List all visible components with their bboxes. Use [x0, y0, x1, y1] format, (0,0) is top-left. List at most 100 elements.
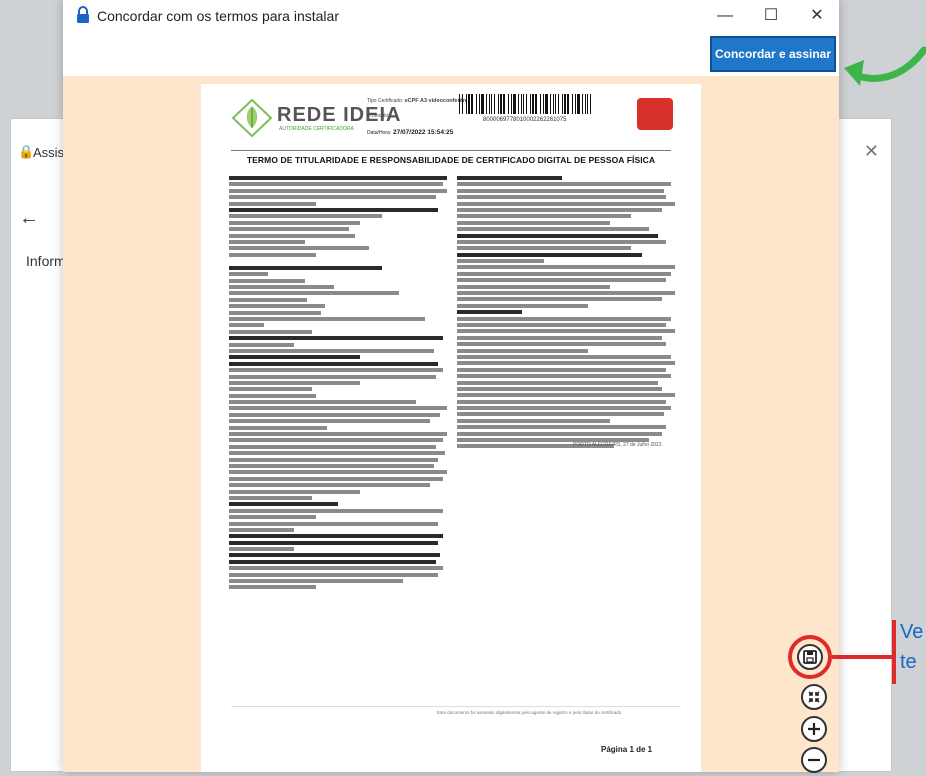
save-button[interactable] [797, 644, 823, 670]
text-line [229, 182, 443, 187]
text-line [229, 547, 295, 552]
barcode-bar [521, 94, 522, 114]
logo-subtitle: AUTORIDADE CERTIFICADORA [279, 126, 354, 132]
text-line [229, 559, 437, 564]
text-line [457, 386, 662, 391]
minimize-button[interactable]: — [707, 2, 743, 30]
text-line [457, 291, 675, 296]
barcode-bar [567, 94, 569, 114]
text-line [229, 380, 360, 385]
text-line [229, 176, 447, 180]
text-line [457, 380, 658, 385]
back-arrow-icon[interactable]: ← [19, 207, 39, 230]
zoom-in-icon [808, 723, 820, 735]
text-line [229, 265, 382, 270]
text-line [457, 342, 667, 347]
barcode-bar [555, 94, 556, 114]
barcode-bar [491, 94, 492, 114]
meta-date-value: 27/07/2022 15:54:25 [393, 129, 454, 136]
text-line [229, 246, 369, 251]
zoom-out-button[interactable] [801, 747, 827, 773]
barcode-bar [489, 94, 490, 114]
text-line [229, 489, 360, 494]
dialog-title: Concordar com os termos para instalar [97, 8, 339, 24]
barcode-bar [562, 94, 563, 114]
text-line [229, 317, 426, 321]
barcode-bar [532, 94, 534, 114]
text-line [457, 233, 658, 238]
zoom-out-icon [808, 758, 820, 762]
text-line [229, 495, 312, 500]
annotation-bracket [892, 620, 896, 684]
text-line [229, 508, 443, 513]
barcode-bar [526, 94, 527, 114]
text-line [457, 418, 610, 423]
meta-date: Data/Hora: 27/07/2022 15:54:25 [367, 129, 453, 136]
maximize-button[interactable]: ☐ [753, 2, 789, 30]
text-line [457, 335, 662, 340]
text-line [457, 425, 667, 430]
barcode-bar [572, 94, 573, 114]
meta-type: Tipo Certificado: eCPF A3 videoconferên [367, 98, 466, 104]
text-line [229, 444, 437, 449]
text-line [229, 278, 306, 283]
text-line [457, 265, 675, 270]
text-line [229, 214, 382, 219]
annotation-text-line2: te [900, 651, 917, 673]
text-line [229, 400, 417, 405]
meta-date-label: Data/Hora: [367, 130, 392, 136]
text-line [229, 310, 321, 315]
barcode-bar [518, 94, 519, 114]
text-line [457, 310, 523, 315]
text-line [229, 566, 443, 571]
rede-ideia-logo-icon [231, 98, 273, 138]
text-line [229, 572, 439, 577]
title-bar: Concordar com os termos para instalar — … [63, 0, 839, 32]
zoom-in-button[interactable] [801, 716, 827, 742]
text-line [229, 412, 441, 417]
barcode-bar [587, 94, 588, 114]
annotation-line [832, 655, 894, 659]
text-line [229, 188, 447, 193]
text-line [229, 374, 437, 379]
text-line [457, 220, 610, 225]
fit-page-button[interactable] [801, 684, 827, 710]
text-line [457, 188, 665, 193]
agree-and-sign-button[interactable]: Concordar e assinar [710, 36, 836, 72]
barcode-bar [543, 94, 544, 114]
text-line [229, 406, 447, 411]
text-line [457, 176, 562, 180]
text-line [457, 278, 667, 283]
footer-note: Este documento foi assinado digitalmente… [437, 710, 622, 715]
text-line [457, 271, 671, 276]
save-icon [803, 650, 817, 664]
document-body-right-column [457, 176, 675, 451]
barcode-bar [575, 94, 576, 114]
barcode-bar [479, 94, 480, 114]
text-line [229, 285, 334, 290]
background-window-title: Assis [33, 145, 65, 160]
close-button[interactable]: ✕ [799, 2, 835, 30]
barcode-bar [508, 94, 509, 114]
text-line [457, 367, 667, 372]
text-line [229, 457, 439, 462]
collapse-icon [808, 691, 820, 703]
barcode-bar [550, 94, 551, 114]
meta-type-label: Tipo Certificado: [367, 98, 404, 104]
document-viewer[interactable]: REDE IDEIA AUTORIDADE CERTIFICADORA Tipo… [63, 76, 839, 772]
text-line [229, 291, 400, 296]
close-icon[interactable]: ✕ [864, 141, 879, 162]
text-line [229, 483, 430, 488]
document-title: TERMO DE TITULARIDADE E RESPONSABILIDADE… [246, 155, 656, 165]
text-line [457, 259, 545, 264]
text-line [229, 463, 434, 468]
text-line [229, 579, 404, 584]
barcode-bar [466, 94, 467, 114]
meta-type-value: eCPF A3 videoconferên [404, 98, 467, 104]
text-line [229, 476, 443, 481]
text-line [457, 214, 632, 219]
green-arrow-icon [844, 46, 926, 86]
page-number: Página 1 de 1 [601, 745, 653, 754]
barcode-bar [468, 94, 470, 114]
text-line [229, 239, 306, 244]
